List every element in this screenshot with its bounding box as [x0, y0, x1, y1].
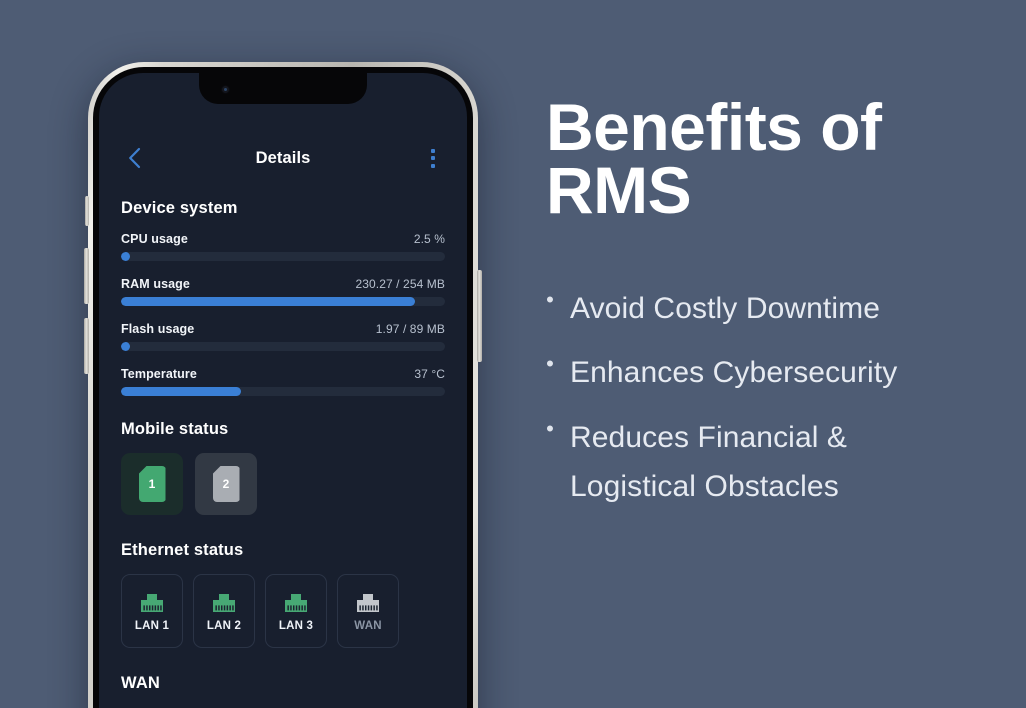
metric-value: 1.97 / 89 MB	[375, 322, 445, 336]
bullet-icon: •	[546, 286, 554, 312]
list-item: • Enhances Cybersecurity	[546, 349, 986, 398]
rj45-port-icon	[213, 593, 235, 612]
ethernet-port-label: LAN 3	[278, 619, 314, 632]
phone-volume-up-button[interactable]	[84, 248, 89, 304]
list-item: • Avoid Costly Downtime	[546, 285, 986, 334]
ethernet-port-lan-2[interactable]: LAN 2	[193, 574, 255, 648]
progress-bar-fill	[121, 297, 415, 306]
sim-slot-label: 1	[148, 477, 156, 491]
phone-power-button[interactable]	[477, 270, 482, 362]
rj45-port-icon	[141, 593, 163, 612]
sim-card-icon: 2	[212, 466, 240, 502]
metric-label: Flash usage	[121, 322, 195, 336]
metric-ram-usage: RAM usage 230.27 / 254 MB	[121, 277, 445, 306]
benefit-text: Reduces Financial & Logistical Obstacles	[570, 420, 848, 503]
bullet-icon: •	[546, 415, 554, 441]
chevron-left-icon[interactable]	[121, 145, 147, 171]
metric-temperature: Temperature 37 °C	[121, 367, 445, 396]
metric-label: Temperature	[121, 367, 197, 381]
rms-details-screen: Details Device system CPU usage 2.5 % RA…	[99, 73, 467, 708]
ethernet-port-lan-1[interactable]: LAN 1	[121, 574, 183, 648]
list-item: • Reduces Financial & Logistical Obstacl…	[546, 414, 986, 511]
section-title-mobile-status: Mobile status	[121, 420, 229, 438]
metric-cpu-usage: CPU usage 2.5 %	[121, 232, 445, 261]
metric-flash-usage: Flash usage 1.97 / 89 MB	[121, 322, 445, 351]
benefits-list: • Avoid Costly Downtime • Enhances Cyber…	[546, 285, 986, 511]
phone-mute-switch[interactable]	[85, 196, 89, 226]
progress-bar-track	[121, 252, 445, 261]
phone-volume-down-button[interactable]	[84, 318, 89, 374]
progress-bar-track	[121, 387, 445, 396]
ethernet-port-wan[interactable]: WAN	[337, 574, 399, 648]
front-camera-icon	[221, 85, 230, 94]
section-title-device-system: Device system	[121, 199, 238, 217]
progress-bar-fill	[121, 387, 241, 396]
benefit-text: Enhances Cybersecurity	[570, 356, 898, 390]
rj45-port-icon	[285, 593, 307, 612]
ethernet-port-label: WAN	[354, 619, 382, 632]
sim-tile-row: 1 2	[121, 453, 445, 515]
benefit-text: Avoid Costly Downtime	[570, 291, 880, 325]
page-title: Details	[255, 148, 311, 167]
section-title-wan: WAN	[121, 674, 160, 692]
metric-label: RAM usage	[121, 277, 190, 291]
progress-bar-fill	[121, 342, 130, 351]
progress-bar-fill	[121, 252, 130, 261]
sim-slot-2[interactable]: 2	[195, 453, 257, 515]
metric-value: 2.5 %	[413, 232, 445, 246]
progress-bar-track	[121, 342, 445, 351]
section-title-ethernet-status: Ethernet status	[121, 541, 244, 559]
sim-slot-1[interactable]: 1	[121, 453, 183, 515]
bullet-icon: •	[546, 351, 554, 377]
rj45-port-icon	[357, 593, 379, 612]
phone-mockup: Details Device system CPU usage 2.5 % RA…	[84, 62, 482, 708]
metric-value: 230.27 / 254 MB	[355, 277, 445, 291]
app-header: Details	[121, 139, 445, 177]
ethernet-tile-row: LAN 1 LAN 2 LAN 3 WAN	[121, 574, 445, 648]
phone-notch	[199, 73, 367, 104]
ethernet-port-label: LAN 2	[206, 619, 242, 632]
headline: Benefits of RMS	[546, 90, 882, 228]
kebab-menu-icon[interactable]	[421, 145, 445, 171]
progress-bar-track	[121, 297, 445, 306]
metric-label: CPU usage	[121, 232, 188, 246]
ethernet-port-lan-3[interactable]: LAN 3	[265, 574, 327, 648]
phone-screen: Details Device system CPU usage 2.5 % RA…	[99, 73, 467, 708]
metric-value: 37 °C	[414, 367, 445, 381]
ethernet-port-label: LAN 1	[134, 619, 170, 632]
sim-card-icon: 1	[138, 466, 166, 502]
content-panel: Benefits of RMS • Avoid Costly Downtime …	[546, 90, 986, 527]
sim-slot-label: 2	[222, 477, 230, 491]
